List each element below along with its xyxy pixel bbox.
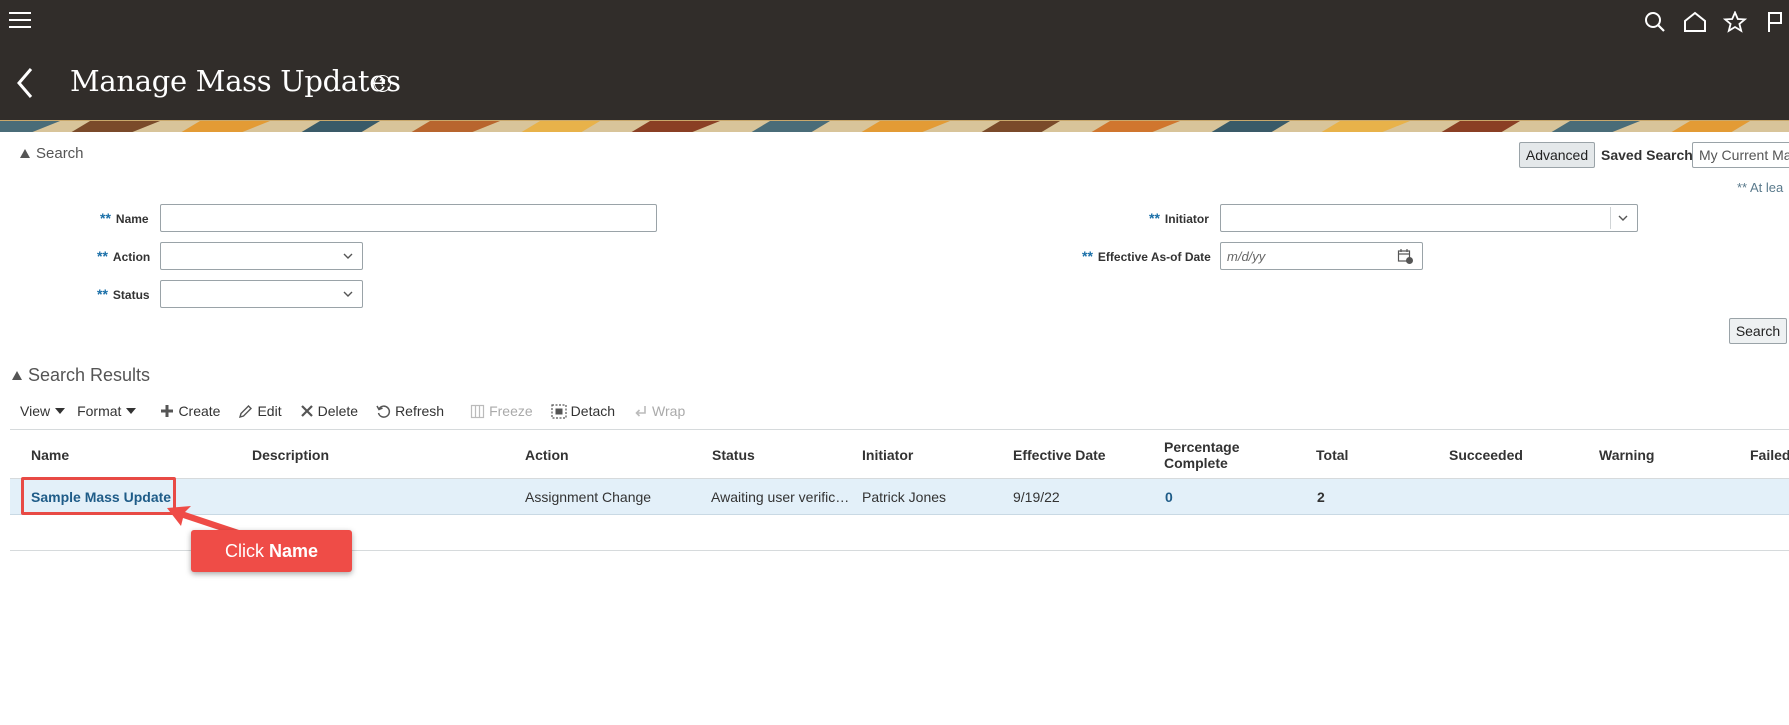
column-header-effective-date[interactable]: Effective Date xyxy=(1013,430,1106,480)
global-header: Manage Mass Updates ? xyxy=(0,0,1789,120)
page-title: Manage Mass Updates xyxy=(70,64,401,98)
search-section-label: Search xyxy=(36,145,84,162)
required-marker: ** xyxy=(100,210,111,226)
table-row[interactable]: Sample Mass Update Assignment Change Awa… xyxy=(10,479,1789,515)
saved-search-select[interactable]: My Current Ma xyxy=(1692,142,1789,168)
date-placeholder: m/d/yy xyxy=(1227,249,1266,264)
highlight-box xyxy=(21,477,176,515)
caret-down-icon xyxy=(126,408,137,414)
initiator-label: ** Initiator xyxy=(1149,210,1209,226)
back-chevron-icon[interactable] xyxy=(14,66,36,100)
chevron-down-icon xyxy=(343,291,353,297)
flag-icon[interactable] xyxy=(1761,8,1789,36)
edit-button[interactable]: Edit xyxy=(238,403,282,419)
x-icon xyxy=(300,405,313,417)
global-header-icons xyxy=(1641,8,1789,36)
detach-button[interactable]: Detach xyxy=(551,403,615,419)
at-least-note: ** At lea xyxy=(1737,180,1784,195)
row-initiator: Patrick Jones xyxy=(862,489,947,505)
effective-date-label: ** Effective As-of Date xyxy=(1082,248,1211,264)
chevron-down-icon xyxy=(1618,215,1628,221)
column-header-name[interactable]: Name xyxy=(31,430,69,480)
status-select[interactable] xyxy=(160,280,363,308)
action-select[interactable] xyxy=(160,242,363,270)
refresh-button[interactable]: Refresh xyxy=(376,403,444,419)
calendar-icon xyxy=(1397,249,1413,264)
saved-search-label: Saved Search xyxy=(1601,147,1693,163)
create-button[interactable]: Create xyxy=(160,403,220,419)
row-action: Assignment Change xyxy=(525,489,652,505)
collapse-triangle-icon xyxy=(12,371,22,380)
column-header-status[interactable]: Status xyxy=(712,430,755,480)
row-percentage-complete[interactable]: 0 xyxy=(1165,479,1173,515)
view-menu[interactable]: View xyxy=(20,403,66,419)
action-label: ** Action xyxy=(97,248,151,264)
wrap-button[interactable]: Wrap xyxy=(633,403,685,419)
search-button[interactable]: Search xyxy=(1729,318,1787,344)
decorative-banner xyxy=(0,120,1789,132)
refresh-icon xyxy=(376,404,391,418)
table-header-row: Name Description Action Status Initiator… xyxy=(10,429,1789,479)
help-icon[interactable]: ? xyxy=(374,75,391,92)
advanced-button[interactable]: Advanced xyxy=(1519,142,1595,168)
column-header-total[interactable]: Total xyxy=(1316,430,1348,480)
delete-button[interactable]: Delete xyxy=(300,403,358,419)
hamburger-icon[interactable] xyxy=(9,12,31,30)
row-effective-date: 9/19/22 xyxy=(1013,489,1060,505)
results-section-label: Search Results xyxy=(28,365,151,385)
initiator-select[interactable] xyxy=(1220,204,1638,232)
home-icon[interactable] xyxy=(1681,8,1709,36)
required-marker: ** xyxy=(97,248,108,264)
format-menu[interactable]: Format xyxy=(77,403,137,419)
caret-down-icon xyxy=(55,408,66,414)
results-table: Name Description Action Status Initiator… xyxy=(10,429,1789,515)
column-header-action[interactable]: Action xyxy=(525,430,569,480)
freeze-button[interactable]: Freeze xyxy=(470,403,533,419)
column-header-failed[interactable]: Failed xyxy=(1750,430,1789,480)
column-header-description[interactable]: Description xyxy=(252,430,329,480)
chevron-down-icon xyxy=(343,253,353,259)
click-callout: Click Name xyxy=(191,530,352,572)
star-icon[interactable] xyxy=(1721,8,1749,36)
effective-date-input[interactable]: m/d/yy xyxy=(1220,242,1423,270)
results-toolbar: View Format Create Edit Delete Refresh F… xyxy=(20,403,703,419)
row-status: Awaiting user verific… xyxy=(711,489,850,505)
column-header-initiator[interactable]: Initiator xyxy=(862,430,913,480)
column-header-succeeded[interactable]: Succeeded xyxy=(1449,430,1523,480)
row-total: 2 xyxy=(1317,489,1325,505)
pencil-icon xyxy=(239,404,253,418)
collapse-triangle-icon xyxy=(20,149,30,158)
plus-icon xyxy=(161,405,174,417)
column-header-warning[interactable]: Warning xyxy=(1599,430,1654,480)
search-section-toggle[interactable]: Search xyxy=(20,145,84,162)
status-label: ** Status xyxy=(97,286,150,302)
required-marker: ** xyxy=(1082,248,1093,264)
wrap-icon xyxy=(635,405,646,417)
results-section-toggle[interactable]: Search Results xyxy=(12,365,150,386)
name-label: ** Name xyxy=(100,210,149,226)
required-marker: ** xyxy=(1149,210,1160,226)
detach-icon xyxy=(551,403,567,419)
freeze-icon xyxy=(470,404,485,418)
name-input[interactable] xyxy=(160,204,657,232)
search-icon[interactable] xyxy=(1641,8,1669,36)
required-marker: ** xyxy=(97,286,108,302)
column-header-percentage-complete[interactable]: Percentage Complete xyxy=(1164,430,1239,480)
